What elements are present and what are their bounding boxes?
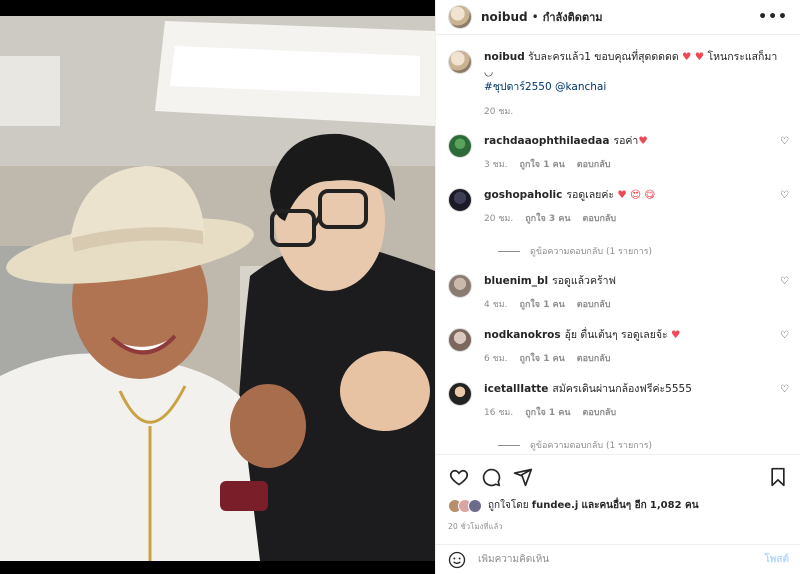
heart-icon[interactable]: ♡ xyxy=(780,276,789,287)
avatar[interactable] xyxy=(448,382,472,406)
list-item: goshopaholic รอดูเลยค่ะ ♥ 😍 😋 20 ชม. ถูกใ… xyxy=(448,188,789,226)
add-comment-bar: โพสต์ xyxy=(436,544,800,574)
view-replies-label: ดูข้อความตอบกลับ (1 รายการ) xyxy=(530,441,653,451)
comment-text: รอค่า xyxy=(613,135,639,147)
caption-text-after: โหนกระแสก็มา xyxy=(707,51,778,63)
reply-button[interactable]: ตอบกลับ xyxy=(583,406,617,420)
likes-middle: และคนอื่นๆ อีก xyxy=(581,500,647,511)
reply-button[interactable]: ตอบกลับ xyxy=(577,352,611,366)
bookmark-icon[interactable] xyxy=(767,466,789,488)
avatar[interactable] xyxy=(448,274,472,298)
comment-time: 16 ชม. xyxy=(484,408,514,418)
comment-author[interactable]: rachdaaophthilaedaa xyxy=(484,135,609,147)
comment-likes[interactable]: ถูกใจ 1 คน xyxy=(520,352,565,366)
mention-link[interactable]: @kanchai xyxy=(555,81,606,93)
hashtag-link[interactable]: #ชุปดาร์2550 xyxy=(484,81,552,93)
list-item: bluenim_bl รอดูแล้วคร้าฟ 4 ชม. ถูกใจ 1 คน… xyxy=(448,274,789,312)
comment-text: รอดูแล้วคร้าฟ xyxy=(552,275,616,287)
post-header: noibud • กำลังติดตาม ••• xyxy=(436,0,800,35)
heart-icon[interactable]: ♡ xyxy=(780,384,789,395)
action-bar: ถูกใจโดย fundee.j และคนอื่นๆ อีก 1,082 ค… xyxy=(436,454,800,533)
photo-image xyxy=(0,16,435,561)
post-photo[interactable] xyxy=(0,0,435,574)
list-item: rachdaaophthilaedaa รอค่า♥ 3 ชม. ถูกใจ 1 … xyxy=(448,134,789,172)
comment-time: 4 ชม. xyxy=(484,300,508,310)
post-author[interactable]: noibud xyxy=(481,10,528,24)
comment-time: 6 ชม. xyxy=(484,354,508,364)
comment-author[interactable]: nodkanokros xyxy=(484,329,561,341)
reply-button[interactable]: ตอบกลับ xyxy=(577,158,611,172)
caption-text: รับละครแล้ว1 ขอบคุณที่สุดดดดด xyxy=(528,51,679,63)
heart-icon[interactable]: ♡ xyxy=(780,136,789,147)
reply-button[interactable]: ตอบกลับ xyxy=(583,212,617,226)
list-item: nodkanokros อุ้ย ตื่นเต้นๆ รอดูเลยจ้ะ ♥ 6… xyxy=(448,328,789,366)
comment-text: อุ้ย ตื่นเต้นๆ รอดูเลยจ้ะ xyxy=(564,329,668,341)
view-replies-button[interactable]: ดูข้อความตอบกลับ (1 รายการ) xyxy=(498,438,789,452)
view-replies-button[interactable]: ดูข้อความตอบกลับ (1 รายการ) xyxy=(498,244,789,258)
caption-author[interactable]: noibud xyxy=(484,51,525,63)
list-item: icetallIatte สมัครเดินผ่านกล้องฟรีค่ะ5555… xyxy=(448,382,789,420)
avatar[interactable] xyxy=(448,328,472,352)
comment-text: รอดูเลยค่ะ xyxy=(566,189,614,201)
likes-count[interactable]: 1,082 คน xyxy=(650,500,699,511)
post-time: 20 ชั่วโมงที่แล้ว xyxy=(448,522,503,531)
separator-dot: • xyxy=(531,10,539,24)
photo-illustration xyxy=(0,16,435,561)
caption-time: 20 ชม. xyxy=(484,107,514,117)
avatar[interactable] xyxy=(448,188,472,212)
share-icon[interactable] xyxy=(512,466,534,488)
heart-icon[interactable]: ♡ xyxy=(780,190,789,201)
avatar[interactable] xyxy=(448,50,472,74)
comment-emoji: ♥ 😍 😋 xyxy=(617,189,656,201)
comment-time: 3 ชม. xyxy=(484,160,508,170)
emoji-icon[interactable] xyxy=(448,551,466,569)
heart-emoji: ♥ ♥ xyxy=(681,51,705,63)
comment-likes[interactable]: ถูกใจ 1 คน xyxy=(520,158,565,172)
avatar[interactable] xyxy=(448,134,472,158)
replies-line xyxy=(498,444,520,446)
follow-status-button[interactable]: กำลังติดตาม xyxy=(543,8,603,26)
comment-time: 20 ชม. xyxy=(484,214,514,224)
comment-author[interactable]: bluenim_bl xyxy=(484,275,548,287)
more-icon[interactable]: ••• xyxy=(758,9,788,25)
likes-summary[interactable]: ถูกใจโดย fundee.j และคนอื่นๆ อีก 1,082 ค… xyxy=(448,498,789,513)
view-replies-label: ดูข้อความตอบกลับ (1 รายการ) xyxy=(530,247,653,257)
smile-emoji: ◡ xyxy=(484,66,494,78)
replies-line xyxy=(498,250,520,252)
reply-button[interactable]: ตอบกลับ xyxy=(577,298,611,312)
comment-likes[interactable]: ถูกใจ 1 คน xyxy=(525,406,570,420)
comment-emoji: ♥ xyxy=(638,135,648,147)
post-comment-button[interactable]: โพสต์ xyxy=(764,552,789,567)
caption: noibud รับละครแล้ว1 ขอบคุณที่สุดดดดด ♥ ♥… xyxy=(448,36,789,120)
heart-icon[interactable]: ♡ xyxy=(780,330,789,341)
comment-text: สมัครเดินผ่านกล้องฟรีค่ะ5555 xyxy=(552,383,692,395)
comment-likes[interactable]: ถูกใจ 3 คน xyxy=(525,212,570,226)
post-side-panel: noibud • กำลังติดตาม ••• noibud รับละครแ… xyxy=(435,0,800,574)
comment-icon[interactable] xyxy=(480,466,502,488)
heart-icon[interactable] xyxy=(448,466,470,488)
comment-author[interactable]: icetallIatte xyxy=(484,383,548,395)
likes-prefix: ถูกใจโดย xyxy=(488,500,529,511)
comment-author[interactable]: goshopaholic xyxy=(484,189,562,201)
comment-emoji: ♥ xyxy=(671,329,681,341)
avatar[interactable] xyxy=(448,5,472,29)
avatar xyxy=(468,498,482,513)
comments-list[interactable]: noibud รับละครแล้ว1 ขอบคุณที่สุดดดดด ♥ ♥… xyxy=(436,36,800,454)
comment-likes[interactable]: ถูกใจ 1 คน xyxy=(520,298,565,312)
comment-input[interactable] xyxy=(478,554,765,565)
liker-username[interactable]: fundee.j xyxy=(532,500,579,511)
